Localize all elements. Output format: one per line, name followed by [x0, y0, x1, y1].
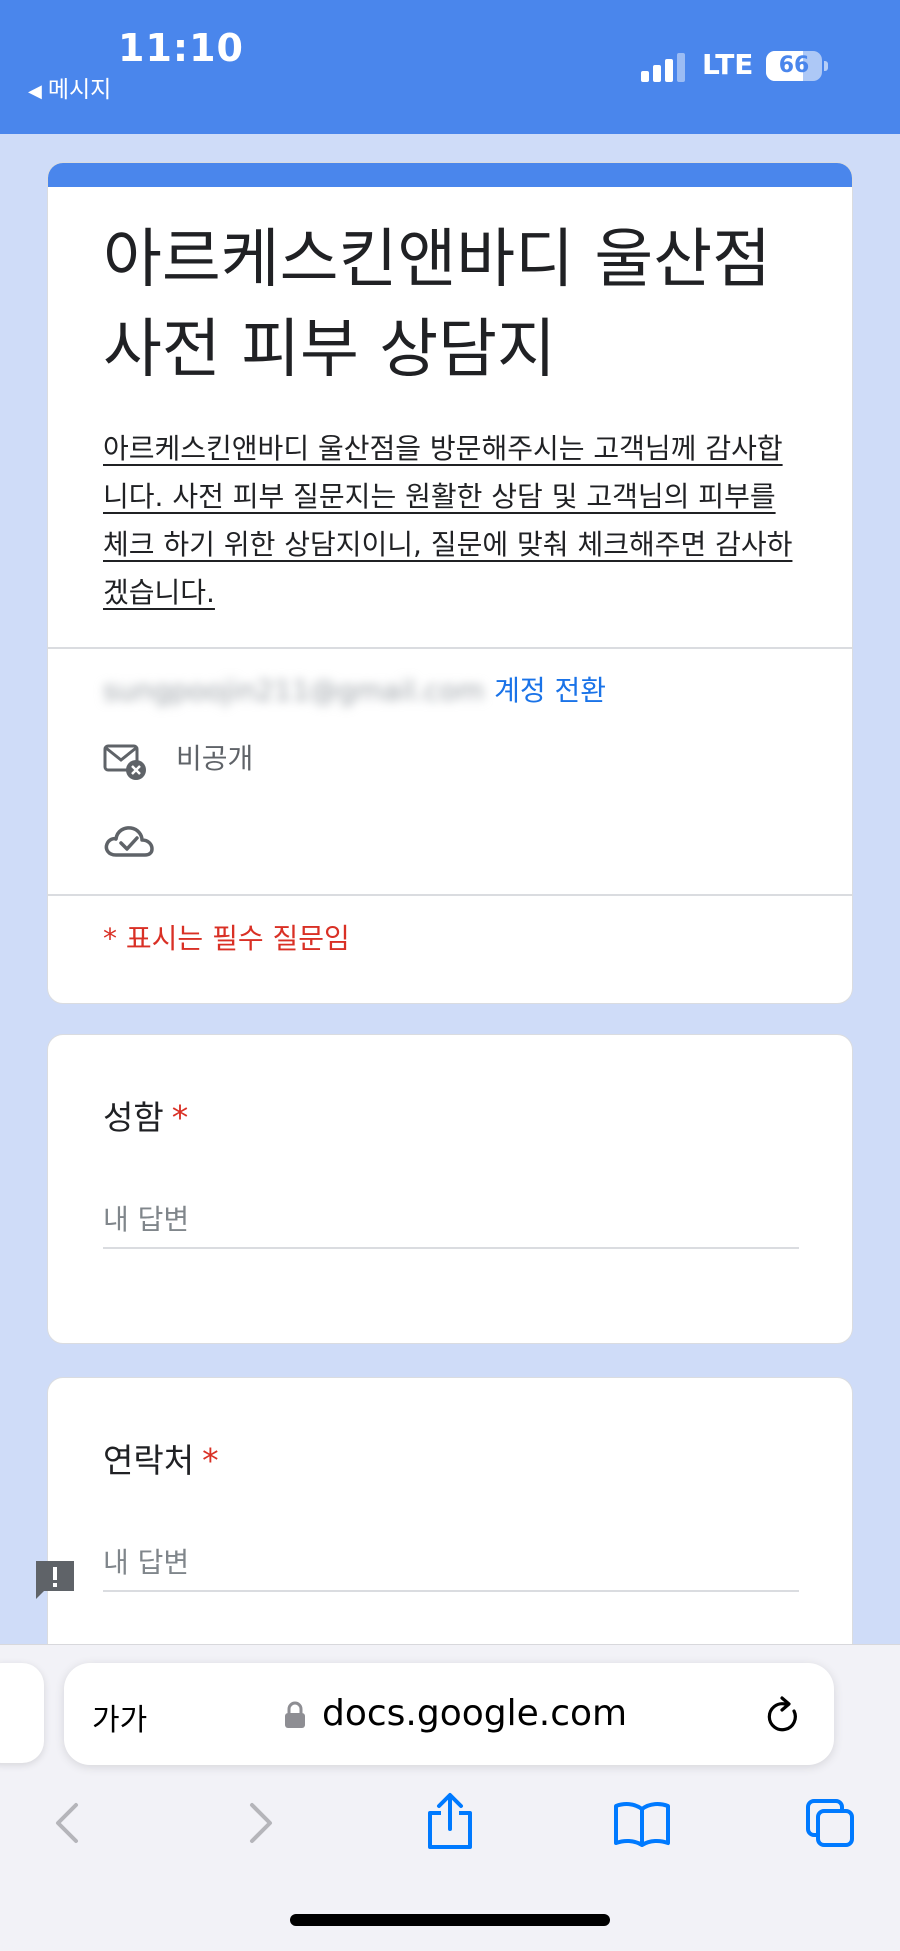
previous-tab-peek[interactable]	[0, 1663, 44, 1763]
feedback-icon[interactable]	[32, 1557, 78, 1603]
question-card-name: 성함 *	[47, 1034, 853, 1344]
chevron-left-icon[interactable]	[42, 1797, 94, 1849]
form-header-card: 아르케스킨앤바디 울산점 사전 피부 상담지 아르케스킨앤바디 울산점을 방문해…	[47, 162, 853, 1004]
browser-toolbar: 가가 docs.google.com	[0, 1644, 900, 1951]
question-label: 성함 *	[103, 1091, 188, 1139]
battery-percent: 66	[778, 53, 810, 78]
header-accent-strip	[48, 163, 852, 187]
back-triangle-icon: ◀	[28, 81, 42, 102]
form-title: 아르케스킨앤바디 울산점 사전 피부 상담지	[103, 223, 772, 387]
contact-input[interactable]	[103, 1544, 799, 1592]
back-app-label: 메시지	[47, 77, 112, 103]
name-input[interactable]	[103, 1201, 799, 1249]
question-title: 연락처	[103, 1441, 195, 1480]
private-label: 비공개	[176, 742, 254, 775]
question-label: 연락처 *	[103, 1434, 219, 1482]
mail-x-icon	[103, 744, 146, 780]
divider	[48, 647, 852, 649]
back-to-app-link[interactable]: ◀ 메시지	[28, 70, 111, 104]
address-bar[interactable]: 가가 docs.google.com	[64, 1663, 834, 1765]
status-bar: 11:10 ◀ 메시지 LTE 66	[0, 0, 900, 134]
battery-cap	[824, 61, 828, 71]
account-row: sungpoojin211@gmail.com 계정 전환	[103, 671, 606, 711]
url-text[interactable]: docs.google.com	[322, 1693, 627, 1734]
signal-strength-icon	[641, 52, 687, 82]
question-title: 성함	[103, 1098, 164, 1137]
chevron-right-icon[interactable]	[234, 1797, 286, 1849]
cloud-check-icon	[104, 826, 154, 857]
required-note: * 표시는 필수 질문임	[103, 922, 350, 955]
status-time: 11:10	[118, 26, 244, 70]
network-type: LTE	[702, 48, 754, 81]
text-size-button[interactable]: 가가	[92, 1695, 147, 1739]
divider	[48, 894, 852, 896]
switch-account-link[interactable]: 계정 전환	[494, 674, 606, 707]
tabs-icon[interactable]	[804, 1797, 856, 1849]
share-icon[interactable]	[424, 1791, 476, 1851]
reload-icon[interactable]	[764, 1695, 802, 1735]
home-indicator[interactable]	[290, 1914, 610, 1926]
lock-icon	[285, 1701, 305, 1728]
required-asterisk: *	[171, 1098, 189, 1137]
form-description: 아르케스킨앤바디 울산점을 방문해주시는 고객님께 감사합니다. 사전 피부 질…	[103, 432, 793, 609]
book-icon[interactable]	[612, 1797, 672, 1849]
battery-icon: 66	[766, 51, 822, 81]
account-email: sungpoojin211@gmail.com	[103, 674, 485, 707]
required-asterisk: *	[202, 1441, 219, 1480]
